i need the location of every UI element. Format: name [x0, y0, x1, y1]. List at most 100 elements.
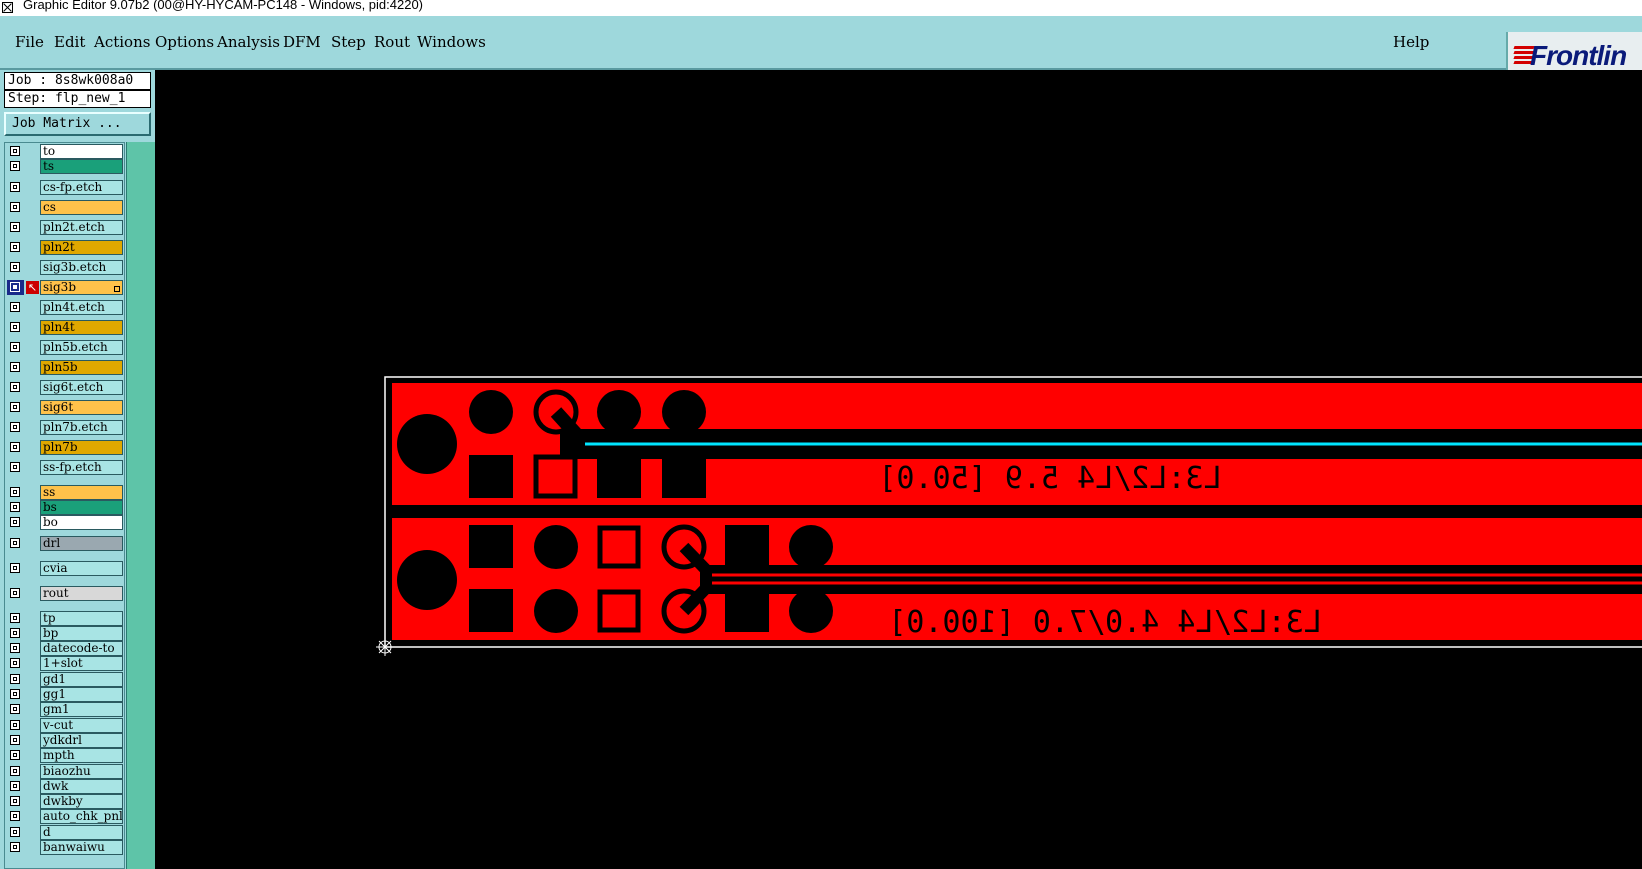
graphic-canvas[interactable]: L3:L2/L4 5.9 [50.0] L3:L2/L4 4.0/7.0 [10…	[155, 70, 1642, 869]
layer-name[interactable]: drl	[40, 535, 123, 551]
layer-row[interactable]: pln7b.etch	[7, 419, 123, 435]
layer-row[interactable]: pln5b	[7, 359, 123, 375]
layer-row[interactable]: pln4t	[7, 319, 123, 335]
layer-checkbox[interactable]	[10, 658, 20, 669]
layer-checkbox[interactable]	[10, 537, 20, 548]
layer-row[interactable]: v-cut	[7, 717, 123, 733]
layer-name[interactable]: rout	[40, 585, 123, 601]
layer-checkbox[interactable]	[10, 361, 20, 372]
layer-row[interactable]: ydkdrl	[7, 732, 123, 748]
layer-name[interactable]: pln7b	[40, 439, 123, 455]
menu-file[interactable]: File	[15, 33, 44, 51]
layer-checkbox[interactable]	[10, 341, 20, 352]
layer-name[interactable]: ydkdrl	[40, 732, 123, 748]
layer-row[interactable]: biaozhu	[7, 763, 123, 779]
layer-checkbox[interactable]	[10, 765, 20, 776]
layer-checkbox[interactable]	[10, 181, 20, 192]
layer-checkbox[interactable]	[10, 842, 20, 852]
layer-checkbox[interactable]	[10, 796, 20, 807]
layer-checkbox[interactable]	[10, 501, 20, 512]
layer-name[interactable]: ts	[40, 159, 123, 175]
layer-checkbox[interactable]	[10, 673, 20, 684]
layer-row[interactable]: banwaiwu	[7, 840, 123, 855]
layer-checkbox[interactable]	[10, 587, 20, 598]
layer-checkbox[interactable]	[10, 381, 20, 392]
layer-name[interactable]: bo	[40, 515, 123, 531]
layer-row[interactable]: sig6t.etch	[7, 379, 123, 395]
menu-rout[interactable]: Rout	[374, 33, 410, 51]
layer-checkbox[interactable]	[10, 517, 20, 528]
layer-name[interactable]: d	[40, 824, 123, 840]
layer-checkbox[interactable]	[10, 261, 20, 272]
layer-list-scrollbar[interactable]	[126, 142, 155, 869]
layer-checkbox[interactable]	[10, 811, 20, 822]
menu-dfm[interactable]: DFM	[283, 33, 321, 51]
layer-name[interactable]: dwkby	[40, 794, 123, 810]
layer-row[interactable]: sig6t	[7, 399, 123, 415]
layer-name[interactable]: sig3b.etch	[40, 259, 123, 275]
layer-checkbox[interactable]	[10, 421, 20, 432]
layer-checkbox[interactable]	[10, 301, 20, 312]
layer-checkbox[interactable]	[10, 201, 20, 212]
layer-row[interactable]: datecode-to	[7, 641, 123, 657]
menu-analysis[interactable]: Analysis	[217, 33, 280, 51]
layer-name[interactable]: sig3b	[40, 279, 123, 295]
layer-row[interactable]: cs	[7, 199, 123, 215]
layer-row[interactable]: bp	[7, 625, 123, 641]
layer-checkbox[interactable]	[10, 281, 20, 292]
layer-checkbox[interactable]	[10, 146, 20, 156]
layer-row[interactable]: 1+slot	[7, 656, 123, 672]
layer-row[interactable]: rout	[7, 585, 123, 601]
layer-name[interactable]: pln2t.etch	[40, 219, 123, 235]
layer-row[interactable]: pln2t	[7, 239, 123, 255]
layer-row[interactable]: pln7b	[7, 439, 123, 455]
layer-name[interactable]: sig6t	[40, 399, 123, 415]
layer-row[interactable]: gg1	[7, 687, 123, 702]
layer-row[interactable]: tp	[7, 610, 123, 626]
layer-name[interactable]: pln5b.etch	[40, 339, 123, 355]
layer-checkbox[interactable]	[10, 401, 20, 412]
menu-actions[interactable]: Actions	[94, 33, 150, 51]
layer-checkbox[interactable]	[10, 826, 20, 837]
layer-name[interactable]: v-cut	[40, 717, 123, 733]
layer-row[interactable]: ts	[7, 159, 123, 175]
layer-name[interactable]: to	[40, 144, 123, 159]
layer-name[interactable]: pln7b.etch	[40, 419, 123, 435]
layer-checkbox[interactable]	[10, 734, 20, 745]
layer-name[interactable]: cvia	[40, 560, 123, 576]
layer-name[interactable]: ss-fp.etch	[40, 459, 123, 475]
layer-checkbox[interactable]	[10, 562, 20, 573]
layer-checkbox[interactable]	[10, 241, 20, 252]
layer-name[interactable]: bs	[40, 499, 123, 515]
job-matrix-button[interactable]: Job Matrix ...	[4, 112, 151, 136]
layer-name[interactable]: 1+slot	[40, 656, 123, 672]
layer-row[interactable]: dwkby	[7, 794, 123, 810]
layer-name[interactable]: banwaiwu	[40, 840, 123, 855]
layer-checkbox[interactable]	[10, 441, 20, 452]
layer-name[interactable]: sig6t.etch	[40, 379, 123, 395]
layer-name[interactable]: pln2t	[40, 239, 123, 255]
layer-checkbox[interactable]	[10, 612, 20, 623]
layer-row[interactable]: ss	[7, 484, 123, 500]
menu-step[interactable]: Step	[331, 33, 366, 51]
layer-row[interactable]: bs	[7, 499, 123, 515]
layer-checkbox[interactable]	[10, 221, 20, 232]
menu-edit[interactable]: Edit	[54, 33, 85, 51]
menu-options[interactable]: Options	[155, 33, 214, 51]
layer-checkbox[interactable]	[10, 321, 20, 332]
layer-name[interactable]: gg1	[40, 687, 123, 702]
layer-name[interactable]: biaozhu	[40, 763, 123, 779]
layer-row[interactable]: pln2t.etch	[7, 219, 123, 235]
layer-row[interactable]: gm1	[7, 702, 123, 718]
layer-row[interactable]: cs-fp.etch	[7, 179, 123, 195]
layer-name[interactable]: bp	[40, 625, 123, 641]
layer-name[interactable]: datecode-to	[40, 641, 123, 657]
layer-checkbox[interactable]	[10, 486, 20, 497]
layer-row[interactable]: to	[7, 144, 123, 159]
menu-windows[interactable]: Windows	[417, 33, 486, 51]
layer-name[interactable]: pln4t	[40, 319, 123, 335]
layer-name[interactable]: mpth	[40, 748, 123, 764]
layer-row[interactable]: ↖ sig3b	[7, 279, 123, 295]
layer-row[interactable]: gd1	[7, 671, 123, 687]
layer-name[interactable]: auto_chk_pnl	[40, 809, 123, 825]
